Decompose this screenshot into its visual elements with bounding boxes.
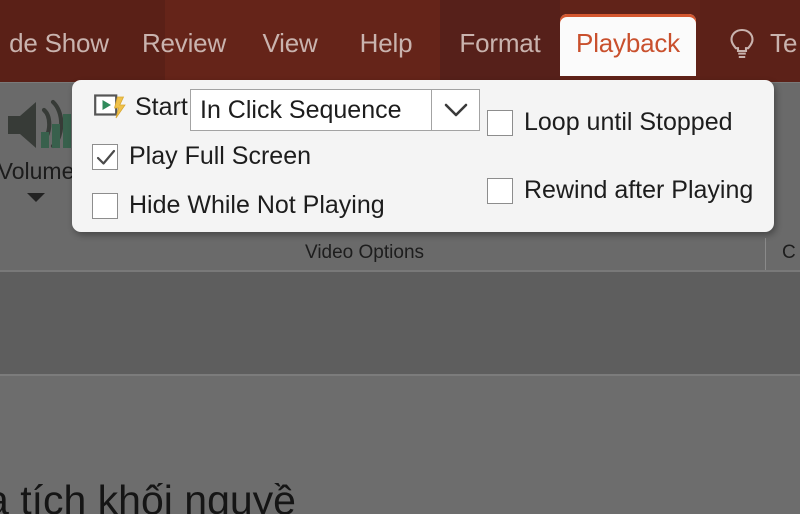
checkbox-label: Hide While Not Playing [129,191,385,219]
start-label: Start: [135,92,195,121]
tab-slide-show[interactable]: de Show [0,14,118,76]
video-options-panel: Start: In Click Sequence Play Full Scree… [72,80,774,232]
checkbox-label: Play Full Screen [129,142,312,170]
tab-format[interactable]: Format [448,14,552,76]
tab-label: de Show [9,28,109,58]
checkmark-icon [96,149,116,165]
tab-help[interactable]: Help [344,14,428,76]
slide-text[interactable]: a tích khối nguyề [0,477,296,514]
group-divider [765,238,766,270]
checkbox-label: Rewind after Playing [524,176,754,204]
start-combobox-value[interactable]: In Click Sequence [191,90,431,130]
ribbon-tab-bar: de Show Review View Help Format Playback… [0,0,800,82]
lightbulb-icon[interactable] [727,27,757,61]
tab-label: Review [141,28,227,58]
checkbox-play-full-screen[interactable]: Play Full Screen [92,142,311,171]
caret-down-icon[interactable] [27,193,45,202]
play-lightning-icon [94,92,128,122]
checkbox-box[interactable] [487,109,513,136]
tell-me-label[interactable]: Te [770,28,797,59]
checkbox-rewind-after-playing[interactable]: Rewind after Playing [487,176,753,205]
checkbox-hide-while-not-playing[interactable]: Hide While Not Playing [92,191,385,220]
tab-label: Playback [576,28,680,58]
start-row: Start: [94,92,195,122]
checkbox-label: Loop until Stopped [524,108,733,136]
tab-playback[interactable]: Playback [560,14,696,76]
group-label-captions: C [782,242,796,263]
slide-canvas[interactable]: a tích khối nguyề [0,376,800,514]
tab-view[interactable]: View [246,14,334,76]
tab-label: Help [359,28,413,58]
volume-speaker-icon [0,94,74,156]
tab-label: Format [459,28,541,58]
chevron-down-icon[interactable] [431,90,479,130]
group-label-video-options: Video Options [305,242,425,263]
volume-label: Volume [0,158,75,184]
checkbox-box[interactable] [92,192,118,219]
checkbox-box[interactable] [487,177,513,204]
powerpoint-window: de Show Review View Help Format Playback… [0,0,800,514]
tab-review[interactable]: Review [128,14,240,76]
workspace-strip [0,272,800,375]
start-combobox[interactable]: In Click Sequence [190,89,480,131]
checkbox-box[interactable] [92,143,118,170]
checkbox-loop-until-stopped[interactable]: Loop until Stopped [487,108,733,137]
tab-label: View [262,28,318,58]
